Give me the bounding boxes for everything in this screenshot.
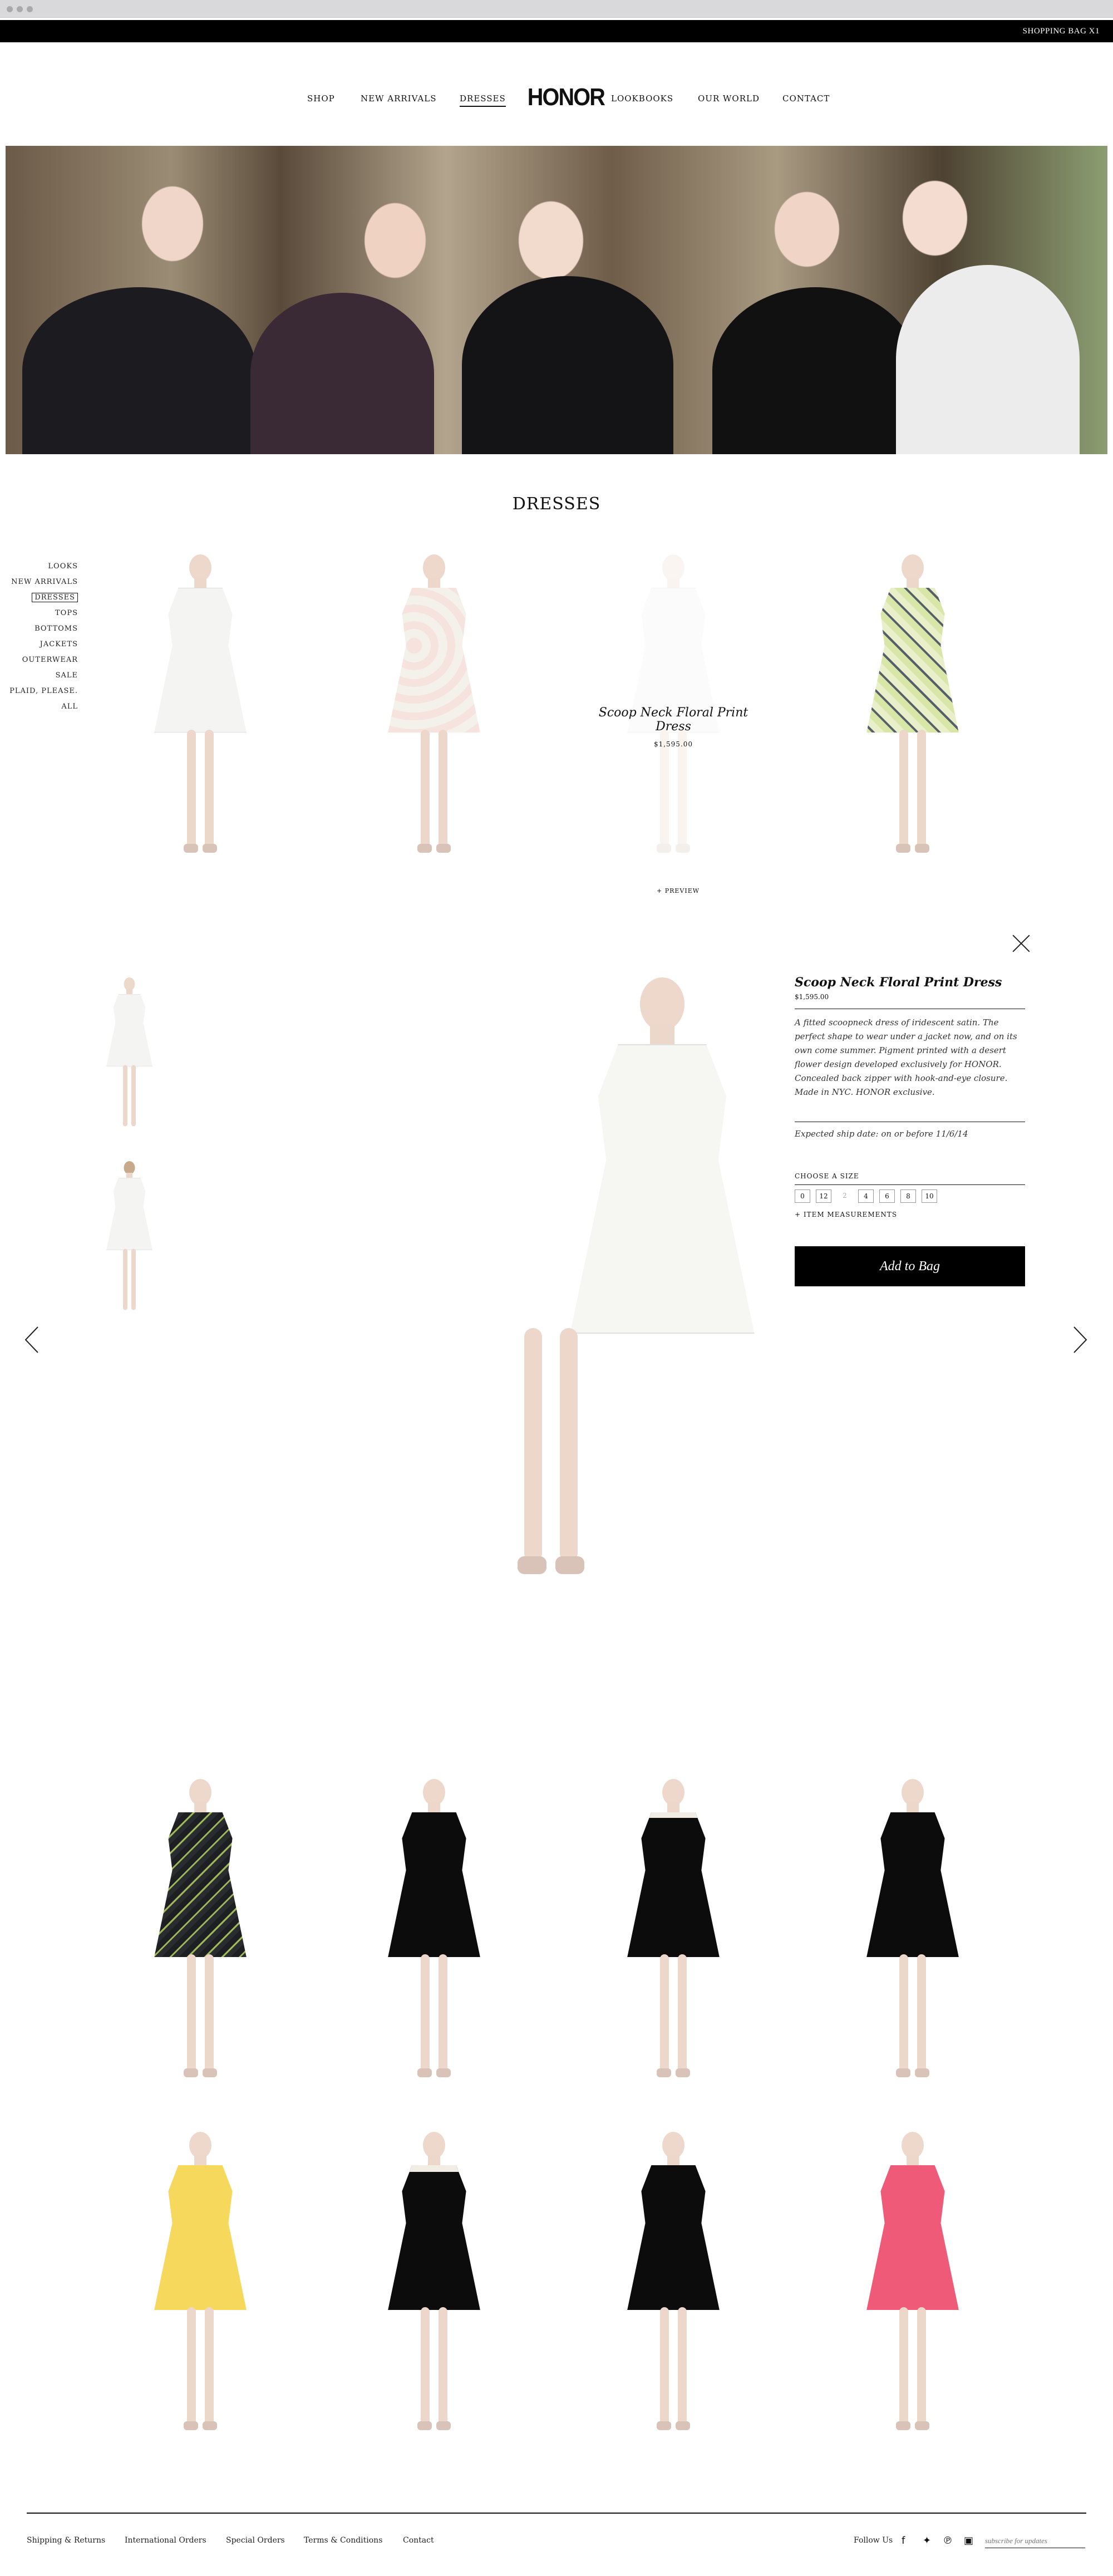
add-to-bag-button[interactable]: Add to Bag <box>795 1246 1025 1286</box>
footer-link-terms[interactable]: Terms & Conditions <box>304 2536 382 2545</box>
product-card[interactable] <box>857 1779 968 2091</box>
shopping-bag-link[interactable]: SHOPPING BAG X1 <box>1023 27 1100 36</box>
product-card[interactable] <box>378 1779 490 2091</box>
twitter-icon[interactable]: ✦ <box>923 2535 931 2546</box>
window-close-dot-icon[interactable] <box>7 6 13 12</box>
sidebar-item-bottoms[interactable]: BOTTOMS <box>9 621 78 637</box>
size-option-6[interactable]: 6 <box>879 1189 895 1203</box>
follow-us-label: Follow Us <box>854 2536 893 2545</box>
product-card[interactable] <box>145 1779 256 2091</box>
product-card[interactable] <box>378 2132 490 2444</box>
sidebar-item-dresses[interactable]: DRESSES <box>32 593 78 602</box>
product-card[interactable] <box>618 2132 729 2444</box>
sidebar-item-looks[interactable]: LOOKS <box>9 559 78 574</box>
sidebar-item-outerwear[interactable]: OUTERWEAR <box>9 652 78 668</box>
facebook-icon[interactable]: f <box>902 2535 905 2546</box>
product-card[interactable] <box>857 2132 968 2444</box>
prev-arrow-icon[interactable] <box>23 1326 40 1354</box>
sidebar-item-tops[interactable]: TOPS <box>9 606 78 621</box>
nav-shop[interactable]: SHOP <box>307 94 335 104</box>
footer-link-contact[interactable]: Contact <box>403 2536 434 2545</box>
preview-link[interactable]: + PREVIEW <box>657 887 700 894</box>
browser-chrome <box>0 0 1113 18</box>
detail-product-name: Scoop Neck Floral Print Dress <box>795 975 1002 990</box>
pinterest-icon[interactable]: ℗ <box>943 2535 953 2546</box>
choose-size-label: CHOOSE A SIZE <box>795 1172 1025 1185</box>
hero-banner-image <box>6 146 1107 454</box>
product-card[interactable] <box>857 554 968 866</box>
section-title: DRESSES <box>0 494 1113 514</box>
instagram-icon[interactable]: ▣ <box>964 2535 973 2546</box>
product-card[interactable] <box>618 1779 729 2091</box>
sidebar-item-all[interactable]: ALL <box>9 699 78 715</box>
top-bar: SHOPPING BAG X1 <box>0 20 1113 42</box>
hover-product-name: Scoop Neck Floral Print Dress <box>598 706 748 734</box>
sidebar-item-jackets[interactable]: JACKETS <box>9 637 78 652</box>
footer-link-international[interactable]: International Orders <box>125 2536 206 2545</box>
hover-product-price: $1,595.00 <box>653 740 693 748</box>
product-card[interactable] <box>378 554 490 866</box>
size-selector: 0 12 2 4 6 8 10 <box>795 1189 1025 1203</box>
footer-divider <box>27 2513 1086 2514</box>
nav-lookbooks[interactable]: LOOKBOOKS <box>611 94 673 104</box>
detail-description: A fitted scoopneck dress of iridescent s… <box>795 1016 1025 1122</box>
product-card[interactable] <box>145 2132 256 2444</box>
footer-link-shipping[interactable]: Shipping & Returns <box>27 2536 105 2545</box>
product-detail-panel: Scoop Neck Floral Print Dress $1,595.00 … <box>795 975 1025 1286</box>
nav-our-world[interactable]: OUR WORLD <box>698 94 760 104</box>
nav-dresses[interactable]: DRESSES <box>460 94 506 107</box>
subscribe-input[interactable] <box>985 2534 1085 2548</box>
window-maximize-dot-icon[interactable] <box>27 6 33 12</box>
sidebar-item-new-arrivals[interactable]: NEW ARRIVALS <box>9 574 78 590</box>
sidebar-item-sale[interactable]: SALE <box>9 668 78 684</box>
item-measurements-link[interactable]: + ITEM MEASUREMENTS <box>795 1211 1025 1218</box>
size-option-12[interactable]: 12 <box>816 1189 831 1203</box>
product-card[interactable] <box>145 554 256 866</box>
detail-product-price: $1,595.00 <box>795 993 1025 1009</box>
size-option-8[interactable]: 8 <box>900 1189 916 1203</box>
close-icon[interactable] <box>1012 934 1031 953</box>
window-minimize-dot-icon[interactable] <box>17 6 23 12</box>
footer-link-special-orders[interactable]: Special Orders <box>226 2536 285 2545</box>
size-option-2-unavailable: 2 <box>843 1192 847 1199</box>
nav-contact[interactable]: CONTACT <box>782 94 830 104</box>
size-option-4[interactable]: 4 <box>858 1189 874 1203</box>
footer: Shipping & Returns International Orders … <box>27 2534 1086 2553</box>
ship-date: Expected ship date: on or before 11/6/14 <box>795 1129 968 1139</box>
size-option-10[interactable]: 10 <box>922 1189 937 1203</box>
hover-product-info: Scoop Neck Floral Print Dress $1,595.00 <box>590 706 757 748</box>
category-sidebar: LOOKS NEW ARRIVALS DRESSES TOPS BOTTOMS … <box>9 559 78 715</box>
thumbnail-back[interactable] <box>106 1161 152 1310</box>
sidebar-item-plaid-please[interactable]: PLAID, PLEASE. <box>9 684 78 699</box>
thumbnail-front[interactable] <box>106 977 152 1127</box>
nav-new-arrivals[interactable]: NEW ARRIVALS <box>361 94 437 104</box>
size-option-0[interactable]: 0 <box>795 1189 810 1203</box>
next-arrow-icon[interactable] <box>1072 1326 1089 1354</box>
honor-logo[interactable]: HONOR <box>528 83 605 111</box>
